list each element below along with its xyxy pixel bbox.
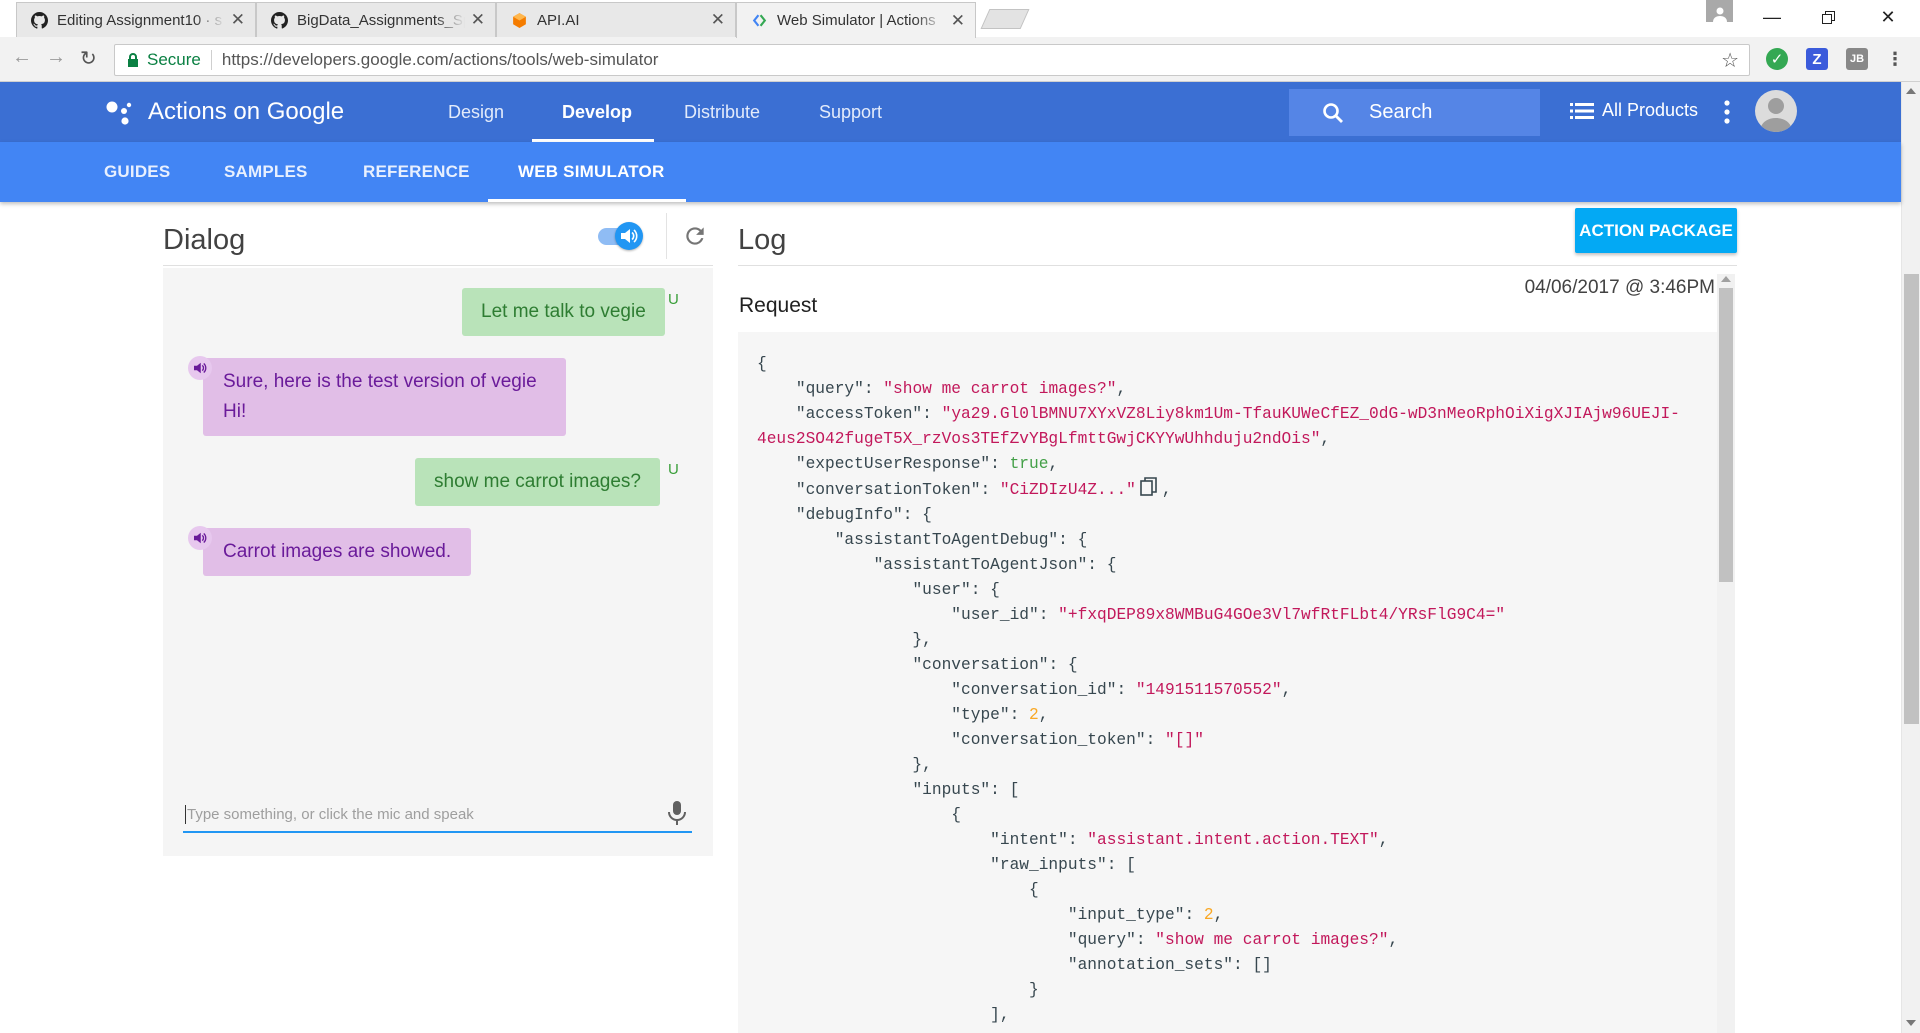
browser-tab[interactable]: Editing Assignment10 · s ✕ [16,2,256,37]
active-subnav-indicator [488,199,686,202]
nav-support[interactable]: Support [819,82,882,142]
more-vert-icon[interactable] [1723,99,1731,125]
nav-develop[interactable]: Develop [562,82,632,142]
url-text[interactable]: https://developers.google.com/actions/to… [222,50,659,70]
dialog-input-container [183,797,692,833]
dialog-title: Dialog [163,224,246,256]
request-timestamp: 04/06/2017 @ 3:46PM [1524,277,1715,298]
browser-tab[interactable]: BigData_Assignments_Sp ✕ [256,2,496,37]
brand-title: Actions on Google [148,98,345,125]
back-icon[interactable]: ← [12,46,32,69]
tab-title: Web Simulator | Actions [777,12,936,29]
jb-extension-icon[interactable]: JB [1846,48,1868,70]
google-assistant-logo-icon [106,101,132,125]
profile-icon[interactable] [1706,0,1733,22]
message-text: Hi! [223,401,247,422]
all-products-label: All Products [1602,100,1699,120]
divider [666,213,667,259]
address-bar[interactable]: Secure https://developers.google.com/act… [114,44,1750,76]
volume-icon [615,222,643,250]
tab-strip: Editing Assignment10 · s ✕ BigData_Assig… [0,0,1920,38]
log-scrollbar[interactable] [1717,274,1735,1033]
close-icon[interactable]: ✕ [471,10,485,30]
browser-tab-active[interactable]: Web Simulator | Actions ✕ [736,2,976,38]
refresh-icon[interactable] [682,223,708,249]
divider [163,265,713,266]
reload-icon[interactable]: ↻ [80,46,97,71]
scroll-up-icon[interactable] [1721,276,1731,282]
scroll-down-icon[interactable] [1906,1020,1916,1026]
minimize-icon[interactable]: — [1744,0,1800,34]
restore-icon[interactable] [1800,0,1856,34]
log-title: Log [738,224,787,256]
audio-toggle[interactable] [598,222,644,250]
subnav-guides[interactable]: GUIDES [104,142,170,202]
user-message: show me carrot images? [415,458,660,506]
brand[interactable]: Actions on Google [104,98,344,126]
browser-menu-icon[interactable]: ⋮ [1884,48,1906,70]
scroll-up-icon[interactable] [1906,88,1916,94]
new-tab-button[interactable] [980,9,1030,29]
divider [738,265,1737,266]
list-icon [1570,102,1594,119]
forward-icon[interactable]: → [46,46,66,69]
subnav-reference[interactable]: REFERENCE [363,142,470,202]
close-window-icon[interactable]: ✕ [1860,0,1916,34]
close-icon[interactable]: ✕ [711,10,725,30]
user-badge: U [668,461,679,478]
subnav-samples[interactable]: SAMPLES [224,142,308,202]
github-icon [271,11,288,29]
divider [210,50,212,70]
agent-message: Sure, here is the test version of vegie … [203,358,566,436]
request-heading: Request [739,294,818,317]
github-icon [31,11,48,29]
google-actions-icon [752,14,767,27]
copy-icon[interactable] [1140,477,1158,497]
nav-design[interactable]: Design [448,82,504,142]
message-text: Sure, here is the test version of vegie [223,371,537,392]
conversation-area: Let me talk to vegie U Sure, here is the… [163,268,713,856]
message-text: show me carrot images? [434,471,641,492]
browser-tab[interactable]: API.AI ✕ [496,2,736,37]
text-cursor [185,805,186,824]
browser-chrome: Editing Assignment10 · s ✕ BigData_Assig… [0,0,1920,82]
subnav-web-simulator[interactable]: WEB SIMULATOR [518,142,664,202]
apiai-icon [513,12,526,28]
message-text: Carrot images are showed. [223,541,452,562]
message-text: Let me talk to vegie [481,301,646,322]
mic-icon[interactable] [666,800,688,826]
sub-navigation: GUIDES SAMPLES REFERENCE WEB SIMULATOR [0,142,1901,202]
avatar[interactable] [1755,90,1797,132]
search-icon [1323,102,1343,123]
dialog-input[interactable] [187,801,647,827]
tab-title: Editing Assignment10 · s [57,11,223,29]
star-icon[interactable]: ☆ [1721,48,1739,73]
site-search[interactable]: Search [1289,89,1540,136]
nav-distribute[interactable]: Distribute [684,82,760,142]
z-extension-icon[interactable]: Z [1806,48,1828,70]
all-products-button[interactable]: All Products [1570,100,1698,121]
json-code: { "query": "show me carrot images?", "ac… [757,355,1680,1024]
request-json-viewer[interactable]: { "query": "show me carrot images?", "ac… [738,332,1718,1033]
speaker-icon[interactable] [188,356,212,380]
page-scrollbar[interactable] [1901,82,1920,1033]
scrollbar-thumb[interactable] [1719,288,1733,582]
tab-title: API.AI [537,11,580,29]
scrollbar-thumb[interactable] [1904,274,1919,724]
speaker-icon[interactable] [188,526,212,550]
secure-label: Secure [147,50,201,69]
site-header: Actions on Google Design Develop Distrib… [0,82,1901,142]
close-icon[interactable]: ✕ [231,10,245,30]
checkmark-extension-icon[interactable]: ✓ [1766,48,1788,70]
tab-title: BigData_Assignments_Sp [297,11,465,29]
lock-icon [128,52,138,67]
user-badge: U [668,291,679,308]
search-label: Search [1369,101,1433,123]
user-message: Let me talk to vegie [462,288,665,336]
action-package-button[interactable]: ACTION PACKAGE [1575,208,1737,253]
agent-message: Carrot images are showed. [203,528,472,576]
close-icon[interactable]: ✕ [951,11,965,31]
